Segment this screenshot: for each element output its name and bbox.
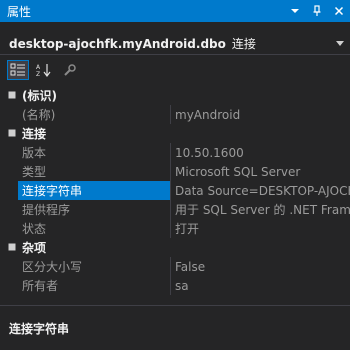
wrench-icon: [64, 64, 76, 76]
property-pages-button[interactable]: [59, 60, 81, 80]
property-value[interactable]: 打开: [175, 219, 350, 238]
window-dropdown-button[interactable]: [288, 3, 302, 19]
property-name: 提供程序: [22, 203, 71, 217]
property-row-case-sensitive[interactable]: 区分大小写 False: [0, 257, 350, 276]
property-name: (名称): [22, 108, 56, 122]
property-row-provider[interactable]: 提供程序 用于 SQL Server 的 .NET Framework 数据提供…: [0, 200, 350, 219]
properties-toolbar: A Z: [0, 58, 350, 82]
category-label: 连接: [22, 127, 47, 141]
property-value[interactable]: 10.50.1600: [175, 143, 350, 162]
object-type: 连接: [231, 37, 256, 51]
property-value[interactable]: Data Source=DESKTOP-AJOCHFK;Initial Cata…: [175, 181, 350, 200]
titlebar-buttons: [288, 0, 346, 22]
property-row-owner[interactable]: 所有者 sa: [0, 276, 350, 295]
collapse-icon[interactable]: [7, 242, 17, 252]
categorized-icon: [10, 63, 25, 76]
close-button[interactable]: [332, 3, 346, 19]
property-name: 连接字符串: [18, 181, 170, 200]
pin-button[interactable]: [310, 3, 324, 19]
property-value[interactable]: sa: [175, 276, 350, 295]
property-name: 所有者: [22, 279, 59, 293]
window-title: 属性: [7, 4, 32, 19]
pin-icon: [313, 5, 321, 16]
property-value[interactable]: 用于 SQL Server 的 .NET Framework 数据提供程序: [175, 200, 350, 219]
property-row-connection-string[interactable]: 连接字符串 Data Source=DESKTOP-AJOCHFK;Initia…: [0, 181, 350, 200]
category-misc[interactable]: 杂项: [0, 238, 350, 257]
properties-panel: 属性 desktop-ajochfk.myAndroid.dbo 连接 A Z …: [0, 0, 350, 350]
property-name: 状态: [22, 222, 47, 236]
property-value[interactable]: myAndroid: [175, 105, 350, 124]
property-row-state[interactable]: 状态 打开: [0, 219, 350, 238]
category-identity[interactable]: (标识): [0, 86, 350, 105]
alphabetical-button[interactable]: A Z: [33, 60, 55, 80]
property-name: 类型: [22, 165, 47, 179]
property-value[interactable]: Microsoft SQL Server: [175, 162, 350, 181]
object-dropdown-button[interactable]: [334, 36, 346, 52]
property-row-name[interactable]: (名称) myAndroid: [0, 105, 350, 124]
close-icon: [334, 6, 344, 16]
collapse-icon[interactable]: [7, 128, 17, 138]
svg-text:Z: Z: [36, 71, 40, 77]
chevron-down-icon: [336, 41, 344, 46]
property-name: 区分大小写: [22, 260, 83, 274]
object-name: desktop-ajochfk.myAndroid.dbo: [9, 36, 226, 51]
property-grid: (标识) (名称) myAndroid 连接 版本 10.50.1600 类型 …: [0, 86, 350, 299]
description-title: 连接字符串: [9, 322, 70, 336]
category-connection[interactable]: 连接: [0, 124, 350, 143]
property-value[interactable]: False: [175, 257, 350, 276]
svg-text:A: A: [36, 64, 41, 71]
object-selector[interactable]: desktop-ajochfk.myAndroid.dbo 连接: [0, 33, 350, 55]
description-pane: 连接字符串: [0, 305, 350, 350]
chevron-down-icon: [291, 9, 299, 13]
category-label: 杂项: [22, 241, 47, 255]
collapse-icon[interactable]: [7, 90, 17, 100]
property-row-version[interactable]: 版本 10.50.1600: [0, 143, 350, 162]
categorized-button[interactable]: [7, 60, 29, 80]
property-name: 版本: [22, 146, 47, 160]
alphabetical-icon: A Z: [36, 64, 51, 77]
category-label: (标识): [22, 89, 57, 103]
property-row-type[interactable]: 类型 Microsoft SQL Server: [0, 162, 350, 181]
window-titlebar[interactable]: 属性: [0, 0, 350, 22]
